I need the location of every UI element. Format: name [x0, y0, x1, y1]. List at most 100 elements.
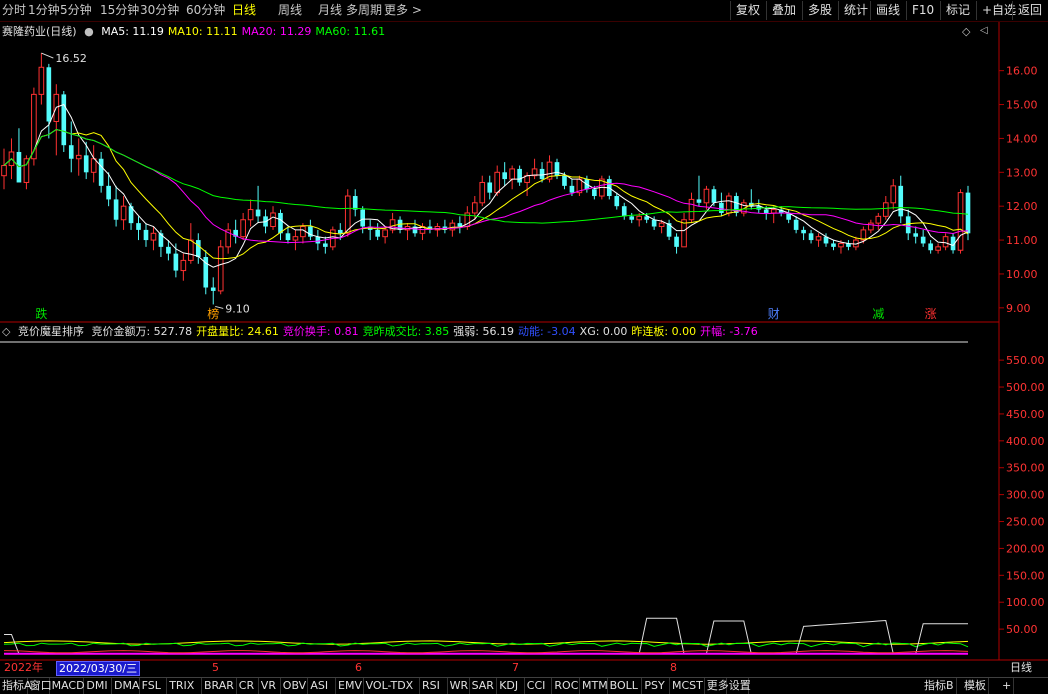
cursor-date: 2022/03/30/三	[56, 661, 141, 676]
candle-body-74	[554, 162, 560, 176]
candle-body-103	[770, 209, 777, 214]
candle-body-40	[300, 226, 306, 238]
indicator-tab-0[interactable]: 指标A	[0, 678, 32, 694]
low-annotation-label: 9.10	[225, 302, 250, 315]
candle-body-15	[113, 199, 119, 220]
month-label-7: 7	[512, 661, 519, 674]
indicator-tab-23[interactable]: MCST	[670, 678, 705, 694]
candle-body-13	[98, 158, 104, 186]
candle-body-119	[890, 185, 897, 204]
candle-body-129	[965, 192, 971, 234]
indicator-tick-label-6: 350.00	[1006, 462, 1045, 475]
indicator-tick-label-10: 550.00	[1006, 354, 1045, 367]
candle-body-124	[928, 243, 933, 251]
candle-body-8	[61, 94, 67, 146]
candle-body-89	[666, 223, 672, 237]
candle-body-112	[838, 242, 844, 248]
candle-body-36	[270, 212, 276, 228]
indicator-tab-13[interactable]: VOL-TDX	[364, 678, 420, 694]
candle-body-33	[247, 209, 254, 221]
candle-body-107	[801, 229, 806, 234]
candle-body-76	[569, 185, 575, 193]
indicator-tab-6[interactable]: TRIX	[167, 678, 202, 694]
indicator-tab-12[interactable]: EMV	[336, 678, 364, 694]
candle-body-32	[240, 219, 246, 238]
indicator-tab-19[interactable]: ROC	[552, 678, 580, 694]
indicator-tabbar: 指标A 窗口 MACD DMI DMA FSL TRIX BRAR CR VR OBV ASI EMV V…	[0, 677, 1048, 694]
indicator-tab-3[interactable]: DMI	[84, 678, 112, 694]
candle-body-94	[703, 188, 710, 204]
indicator-line-red	[3, 650, 969, 654]
indicator-tab-18[interactable]: CCI	[525, 678, 553, 694]
indicator-tab-2[interactable]: MACD	[50, 678, 85, 694]
indicator-tab-11[interactable]: ASI	[308, 678, 336, 694]
candle-body-65	[487, 182, 493, 193]
indicator-tab-5[interactable]: FSL	[140, 678, 168, 694]
candle-body-29	[217, 246, 224, 292]
indicator-tab-21[interactable]: BOLL	[608, 678, 643, 694]
candle-body-50	[375, 229, 380, 237]
candle-body-126	[942, 236, 949, 248]
bottom-right-button-2[interactable]: +	[1000, 678, 1015, 694]
candle-body-117	[875, 215, 882, 224]
event-marker-2: 财	[768, 307, 780, 321]
indicator-tab-7[interactable]: BRAR	[202, 678, 237, 694]
candle-body-68	[509, 168, 515, 180]
bottom-right-button-0[interactable]: 指标B	[922, 678, 957, 694]
indicator-tab-8[interactable]: CR	[237, 678, 259, 694]
candle-body-37	[278, 212, 283, 234]
candle-body-28	[210, 287, 216, 291]
candle-body-95	[711, 189, 717, 203]
candle-body-0	[1, 165, 7, 177]
event-marker-0: 跌	[35, 306, 47, 321]
price-tick-label-5: 14.00	[1006, 132, 1038, 145]
candle-body-39	[292, 236, 299, 241]
candle-body-83	[621, 206, 627, 217]
indicator-tick-label-3: 200.00	[1006, 542, 1045, 555]
indicator-tab-22[interactable]: PSY	[642, 678, 670, 694]
candle-body-72	[539, 168, 545, 180]
candle-body-16	[120, 205, 127, 221]
bottom-right-button-1[interactable]: 模板	[962, 678, 989, 694]
indicator-tab-25[interactable]: 设置	[727, 678, 751, 694]
candle-body-128	[957, 192, 964, 251]
indicator-tab-16[interactable]: SAR	[470, 678, 498, 694]
candle-body-63	[471, 202, 478, 214]
candle-body-64	[479, 181, 486, 204]
price-tick-label-2: 11.00	[1006, 234, 1038, 247]
indicator-tab-24[interactable]: 更多	[705, 678, 729, 694]
candle-body-66	[494, 171, 501, 194]
indicator-tick-label-1: 100.00	[1006, 596, 1045, 609]
ma-line-1	[3, 128, 969, 260]
candle-body-20	[150, 232, 157, 241]
candle-body-102	[763, 209, 769, 213]
indicator-line-white	[4, 617, 968, 655]
candle-body-109	[815, 236, 822, 241]
indicator-tab-17[interactable]: KDJ	[497, 678, 525, 694]
candle-body-14	[106, 185, 111, 200]
candle-body-116	[868, 222, 874, 231]
candle-body-69	[517, 168, 522, 183]
indicator-tab-10[interactable]: OBV	[281, 678, 309, 694]
month-label-5: 5	[212, 661, 219, 674]
indicator-tab-1[interactable]: 窗口	[28, 678, 52, 694]
indicator-tab-15[interactable]: WR	[448, 678, 470, 694]
price-tick-label-3: 12.00	[1006, 200, 1038, 213]
date-axis: 2022年 2022/03/30/三 5 6 7 8	[0, 660, 1000, 676]
candle-body-46	[344, 195, 351, 234]
candle-body-111	[831, 243, 836, 247]
indicator-tick-label-7: 400.00	[1006, 435, 1045, 448]
indicator-tab-4[interactable]: DMA	[112, 678, 140, 694]
price-chart-canvas[interactable]: 9.00 10.00 11.00 12.00 13.00 14.00 15.00 16.00 1…	[0, 0, 1048, 694]
candle-body-25	[188, 239, 194, 261]
candle-body-87	[651, 219, 657, 227]
indicator-tab-9[interactable]: VR	[259, 678, 281, 694]
indicator-tab-20[interactable]: MTM	[580, 678, 608, 694]
candle-body-123	[920, 236, 926, 244]
indicator-tab-14[interactable]: RSI	[420, 678, 448, 694]
month-label-8: 8	[670, 661, 677, 674]
candle-body-24	[180, 259, 187, 272]
candle-body-125	[935, 246, 941, 251]
indicator-tick-label-5: 300.00	[1006, 489, 1045, 502]
price-tick-label-0: 9.00	[1006, 302, 1031, 315]
